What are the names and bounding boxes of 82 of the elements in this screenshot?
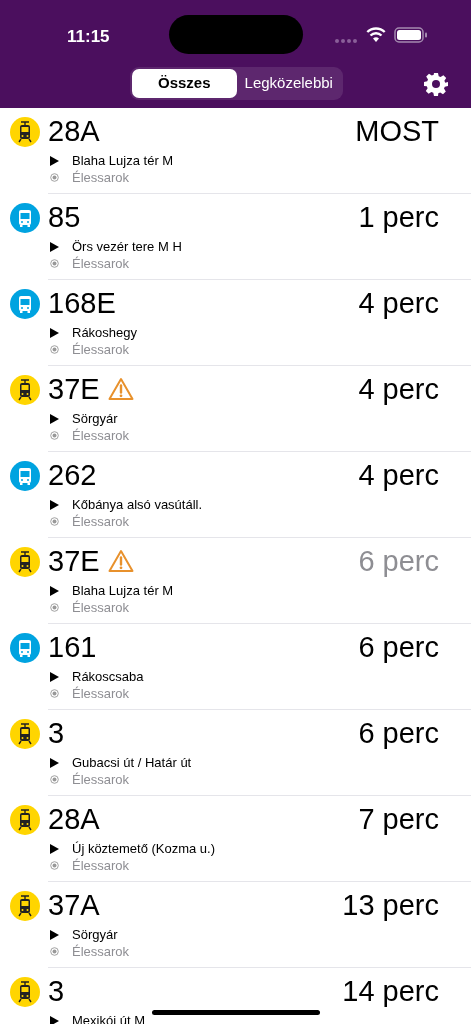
stop-icon — [50, 345, 59, 354]
departure-time: 6 perc — [358, 718, 439, 748]
departure-time: 14 perc — [342, 976, 439, 1006]
tram-icon — [10, 891, 40, 921]
direction-text: Gubacsi út / Határ út — [72, 753, 192, 772]
route-number: 37E — [48, 374, 100, 404]
stop-name: Élessarok — [72, 598, 130, 617]
tram-icon — [10, 719, 40, 749]
departure-time: 13 perc — [342, 890, 439, 920]
wifi-icon — [366, 27, 386, 42]
departure-time: 4 perc — [358, 460, 439, 490]
direction-text: Blaha Lujza tér M — [72, 151, 174, 170]
play-icon — [50, 843, 59, 854]
tram-icon — [10, 375, 40, 405]
departure-time: 6 perc — [358, 632, 439, 662]
route-number: 3 — [48, 976, 65, 1006]
departure-time: 4 perc — [358, 288, 439, 318]
direction-text: Sörgyár — [72, 925, 118, 944]
tram-icon — [10, 805, 40, 835]
direction-text: Blaha Lujza tér M — [72, 581, 174, 600]
stop-name: Élessarok — [72, 254, 130, 273]
route-number: 3 — [48, 718, 65, 748]
stop-icon — [50, 775, 59, 784]
tram-icon — [10, 977, 40, 1007]
stop-icon — [50, 259, 59, 268]
play-icon — [50, 757, 59, 768]
play-icon — [50, 929, 59, 940]
stop-name: Élessarok — [72, 942, 130, 961]
stop-icon — [50, 603, 59, 612]
route-number: 37A — [48, 890, 100, 920]
departure-time: 7 perc — [358, 804, 439, 834]
route-number: 85 — [48, 202, 81, 232]
play-icon — [50, 155, 59, 166]
direction-text: Mexikói út M — [72, 1011, 145, 1024]
play-icon — [50, 671, 59, 682]
departure-time: 6 perc — [358, 546, 439, 576]
stop-icon — [50, 517, 59, 526]
direction-text: Sörgyár — [72, 409, 118, 428]
status-time: 11:15 — [67, 26, 110, 48]
play-icon — [50, 241, 59, 252]
departure-time: 4 perc — [358, 374, 439, 404]
stop-name: Élessarok — [72, 770, 130, 789]
route-number: 37E — [48, 546, 100, 576]
direction-text: Kőbánya alsó vasútáll. — [72, 495, 203, 514]
stop-icon — [50, 173, 59, 182]
segment-tab[interactable]: Legközelebbi — [236, 69, 341, 98]
stop-name: Élessarok — [72, 168, 130, 187]
stop-name: Élessarok — [72, 426, 130, 445]
tram-icon — [10, 547, 40, 577]
departure-time: 1 perc — [358, 202, 439, 232]
stop-name: Élessarok — [72, 684, 130, 703]
stop-icon — [50, 431, 59, 440]
stop-name: Élessarok — [72, 856, 130, 875]
route-number: 28A — [48, 804, 100, 834]
bus-icon — [10, 461, 40, 491]
direction-text: Örs vezér tere M H — [72, 237, 182, 256]
bus-icon — [10, 203, 40, 233]
play-icon — [50, 499, 59, 510]
bus-icon — [10, 633, 40, 663]
departure-time: MOST — [355, 116, 439, 146]
route-number: 168E — [48, 288, 116, 318]
stop-icon — [50, 689, 59, 698]
play-icon — [50, 327, 59, 338]
stop-icon — [50, 861, 59, 870]
route-number: 262 — [48, 460, 97, 490]
tram-icon — [10, 117, 40, 147]
battery-icon — [394, 27, 428, 43]
play-icon — [50, 585, 59, 596]
settings-icon[interactable] — [424, 72, 448, 96]
route-number: 28A — [48, 116, 100, 146]
stop-name: Élessarok — [72, 340, 130, 359]
stop-icon — [50, 947, 59, 956]
stop-name: Élessarok — [72, 512, 130, 531]
play-icon — [50, 1015, 59, 1024]
segment-tab[interactable]: Összes — [132, 69, 237, 98]
signal-icon — [334, 38, 358, 44]
route-number: 161 — [48, 632, 97, 662]
direction-text: Rákoshegy — [72, 323, 138, 342]
direction-text: Új köztemető (Kozma u.) — [72, 839, 216, 858]
direction-text: Rákoscsaba — [72, 667, 144, 686]
bus-icon — [10, 289, 40, 319]
play-icon — [50, 413, 59, 424]
